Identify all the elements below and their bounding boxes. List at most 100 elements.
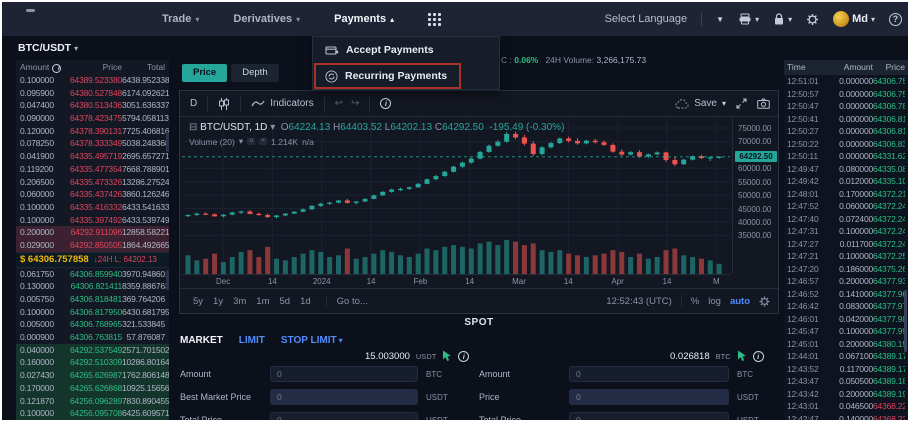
indicators-button[interactable]: Indicators bbox=[251, 98, 313, 109]
settings-gear-icon[interactable] bbox=[806, 13, 819, 26]
chart-clock[interactable]: 12:52:43 (UTC) bbox=[606, 296, 671, 307]
save-layout-button[interactable]: Save▾ bbox=[674, 98, 726, 109]
price-cell: 64265.626868 bbox=[63, 382, 122, 395]
auto-scale-button[interactable]: auto bbox=[730, 296, 750, 307]
ask-row[interactable]: 0.20650064335.47332613286.275242 bbox=[16, 176, 169, 189]
range-1d[interactable]: 1d bbox=[295, 296, 316, 307]
ask-row[interactable]: 0.07825064378.3333495038.248368 bbox=[16, 137, 169, 150]
user-menu[interactable]: Md ▾ bbox=[833, 11, 875, 27]
price-cell: 64292.510309 bbox=[63, 356, 122, 369]
wallet-icon[interactable]: ▾ bbox=[773, 13, 792, 26]
nav-derivatives[interactable]: Derivatives▾ bbox=[233, 13, 300, 25]
ask-row[interactable]: 0.02900064292.8505051864.492665 bbox=[16, 239, 169, 252]
bid-row[interactable]: 0.17000064265.62686810925.156568 bbox=[16, 382, 169, 395]
help-icon[interactable]: ? bbox=[889, 13, 902, 26]
tab-depth[interactable]: Depth bbox=[231, 64, 278, 82]
bid-row[interactable]: 0.16000064292.51030910286.801649 bbox=[16, 356, 169, 369]
bid-row[interactable]: 0.12187064256.0962897830.890455 bbox=[16, 395, 169, 408]
pair-selector[interactable]: BTC/USDT▾ bbox=[18, 42, 78, 54]
bid-row[interactable]: 0.10000064256.0957086425.609571 bbox=[16, 407, 169, 420]
goto-button[interactable]: Go to... bbox=[326, 296, 368, 307]
legend-symbol[interactable]: BTC/USDT, 1D bbox=[200, 122, 267, 133]
bid-row[interactable]: 0.10000064306.8179506430.681795 bbox=[16, 306, 169, 319]
cursor-icon[interactable] bbox=[442, 350, 452, 362]
ask-row[interactable]: 0.12000064378.3901317725.406816 bbox=[16, 125, 169, 138]
range-5d[interactable]: 5d bbox=[275, 296, 296, 307]
language-caret-icon[interactable]: ▼ bbox=[716, 15, 724, 24]
app-logo[interactable] bbox=[26, 9, 35, 12]
chart-bottom-bar: 5y1y3m1m5d1d Go to... 12:52:43 (UTC) % l… bbox=[180, 288, 778, 313]
info-icon[interactable]: i bbox=[458, 351, 469, 362]
ask-row[interactable]: 0.06000064335.4374263860.126246 bbox=[16, 188, 169, 201]
nav-payments[interactable]: Payments▴ bbox=[334, 13, 394, 25]
range-1y[interactable]: 1y bbox=[208, 296, 228, 307]
ask-row[interactable]: 0.09000064378.4234755794.058113 bbox=[16, 112, 169, 125]
volume-indicator-label[interactable]: Volume (20) bbox=[189, 137, 235, 147]
candle-style-icon[interactable] bbox=[218, 98, 230, 110]
range-5y[interactable]: 5y bbox=[188, 296, 208, 307]
ask-row[interactable]: 0.09590064380.5278486174.092621 bbox=[16, 87, 169, 100]
scrollbar-thumb[interactable] bbox=[904, 290, 907, 352]
amount-cell: 0.000900 bbox=[20, 331, 63, 344]
price-cell: 64306.768965 bbox=[63, 318, 122, 331]
chart-info-icon[interactable]: i bbox=[380, 98, 391, 109]
info-icon[interactable]: i bbox=[52, 64, 61, 73]
tab-market[interactable]: MARKET bbox=[180, 335, 223, 346]
ask-row[interactable]: 0.04190064335.4957192695.657271 bbox=[16, 150, 169, 163]
eye-icon[interactable]: o bbox=[247, 138, 255, 145]
menu-recurring-payments[interactable]: Recurring Payments bbox=[313, 63, 499, 89]
apps-grid-icon[interactable] bbox=[428, 13, 441, 26]
bid-row[interactable]: 0.04000064292.5375492571.701502 bbox=[16, 344, 169, 357]
sell-price-input[interactable]: 0 bbox=[569, 389, 729, 405]
buy-amount-input[interactable]: 0 bbox=[270, 366, 418, 382]
amount-cell: 0.100000 bbox=[20, 407, 63, 420]
orders-icon[interactable]: ▾ bbox=[738, 13, 759, 25]
cursor-icon[interactable] bbox=[737, 350, 747, 362]
collapse-icon[interactable]: ⊟ bbox=[189, 122, 200, 133]
scrollbar-thumb[interactable] bbox=[166, 132, 169, 152]
bid-row[interactable]: 0.13000064306.8214118359.886763 bbox=[16, 280, 169, 293]
nav-trade[interactable]: Trade▾ bbox=[162, 13, 199, 25]
currency-unit: USDT bbox=[418, 393, 452, 402]
log-scale-button[interactable]: log bbox=[708, 296, 721, 307]
bid-row[interactable]: 0.00575064306.818481369.764206 bbox=[16, 293, 169, 306]
bid-row[interactable]: 0.00090064306.76381557.876087 bbox=[16, 331, 169, 344]
tab-limit[interactable]: LIMIT bbox=[239, 335, 265, 346]
select-language[interactable]: Select Language bbox=[605, 13, 688, 25]
ask-row[interactable]: 0.10000064335.4163326433.541633 bbox=[16, 201, 169, 214]
ask-row[interactable]: 0.10000064335.3974926433.539749 bbox=[16, 214, 169, 227]
buy-total-price-input[interactable]: 0 bbox=[270, 412, 418, 420]
range-1m[interactable]: 1m bbox=[251, 296, 274, 307]
tab-price[interactable]: Price bbox=[182, 64, 227, 82]
sell-amount-input[interactable]: 0 bbox=[569, 366, 729, 382]
ask-row[interactable]: 0.10000064389.5233806438.952338 bbox=[16, 74, 169, 87]
scrollbar-thumb[interactable] bbox=[166, 270, 169, 290]
camera-icon[interactable] bbox=[757, 98, 770, 109]
sell-total-price-input[interactable]: 0 bbox=[569, 412, 729, 420]
undo-icon[interactable]: ↩ bbox=[335, 98, 343, 109]
bid-row[interactable]: 0.06175064306.8599403970.948601 bbox=[16, 268, 169, 281]
time-axis[interactable]: Dec14202414Feb14Mar14Apr14M bbox=[182, 274, 730, 288]
axis-settings-gear-icon[interactable] bbox=[759, 296, 770, 307]
info-icon[interactable]: i bbox=[753, 351, 764, 362]
ask-row[interactable]: 0.20000064292.91109612858.582219 bbox=[16, 226, 169, 239]
buy-best-market-price-input[interactable]: 0 bbox=[270, 389, 418, 405]
price-cell: 64372.249893 bbox=[873, 225, 905, 238]
menu-accept-payments[interactable]: Accept Payments bbox=[313, 37, 499, 63]
time-cell: 12:43:42 bbox=[787, 388, 827, 401]
price-cell: 64256.096289 bbox=[63, 395, 122, 408]
trade-row: 12:47:270.01170064372.249898 bbox=[784, 238, 908, 251]
range-3m[interactable]: 3m bbox=[228, 296, 251, 307]
top-navbar: Trade▾ Derivatives▾ Payments▴ Select Lan… bbox=[2, 2, 908, 36]
tab-stop-limit[interactable]: STOP LIMIT▾ bbox=[281, 335, 343, 346]
fullscreen-icon[interactable] bbox=[736, 98, 747, 109]
close-icon[interactable]: × bbox=[259, 138, 267, 145]
bid-row[interactable]: 0.02743064265.6269871762.806148 bbox=[16, 369, 169, 382]
ask-row[interactable]: 0.04740064380.5134363051.636337 bbox=[16, 99, 169, 112]
price-axis[interactable]: 75000.0070000.0060000.0055000.0050000.00… bbox=[732, 118, 778, 274]
ask-row[interactable]: 0.11920064335.4773547668.788901 bbox=[16, 163, 169, 176]
redo-icon[interactable]: ↪ bbox=[351, 98, 359, 109]
interval-button[interactable]: D bbox=[190, 98, 197, 109]
percent-scale-button[interactable]: % bbox=[691, 296, 699, 307]
bid-row[interactable]: 0.00500064306.768965321.533845 bbox=[16, 318, 169, 331]
